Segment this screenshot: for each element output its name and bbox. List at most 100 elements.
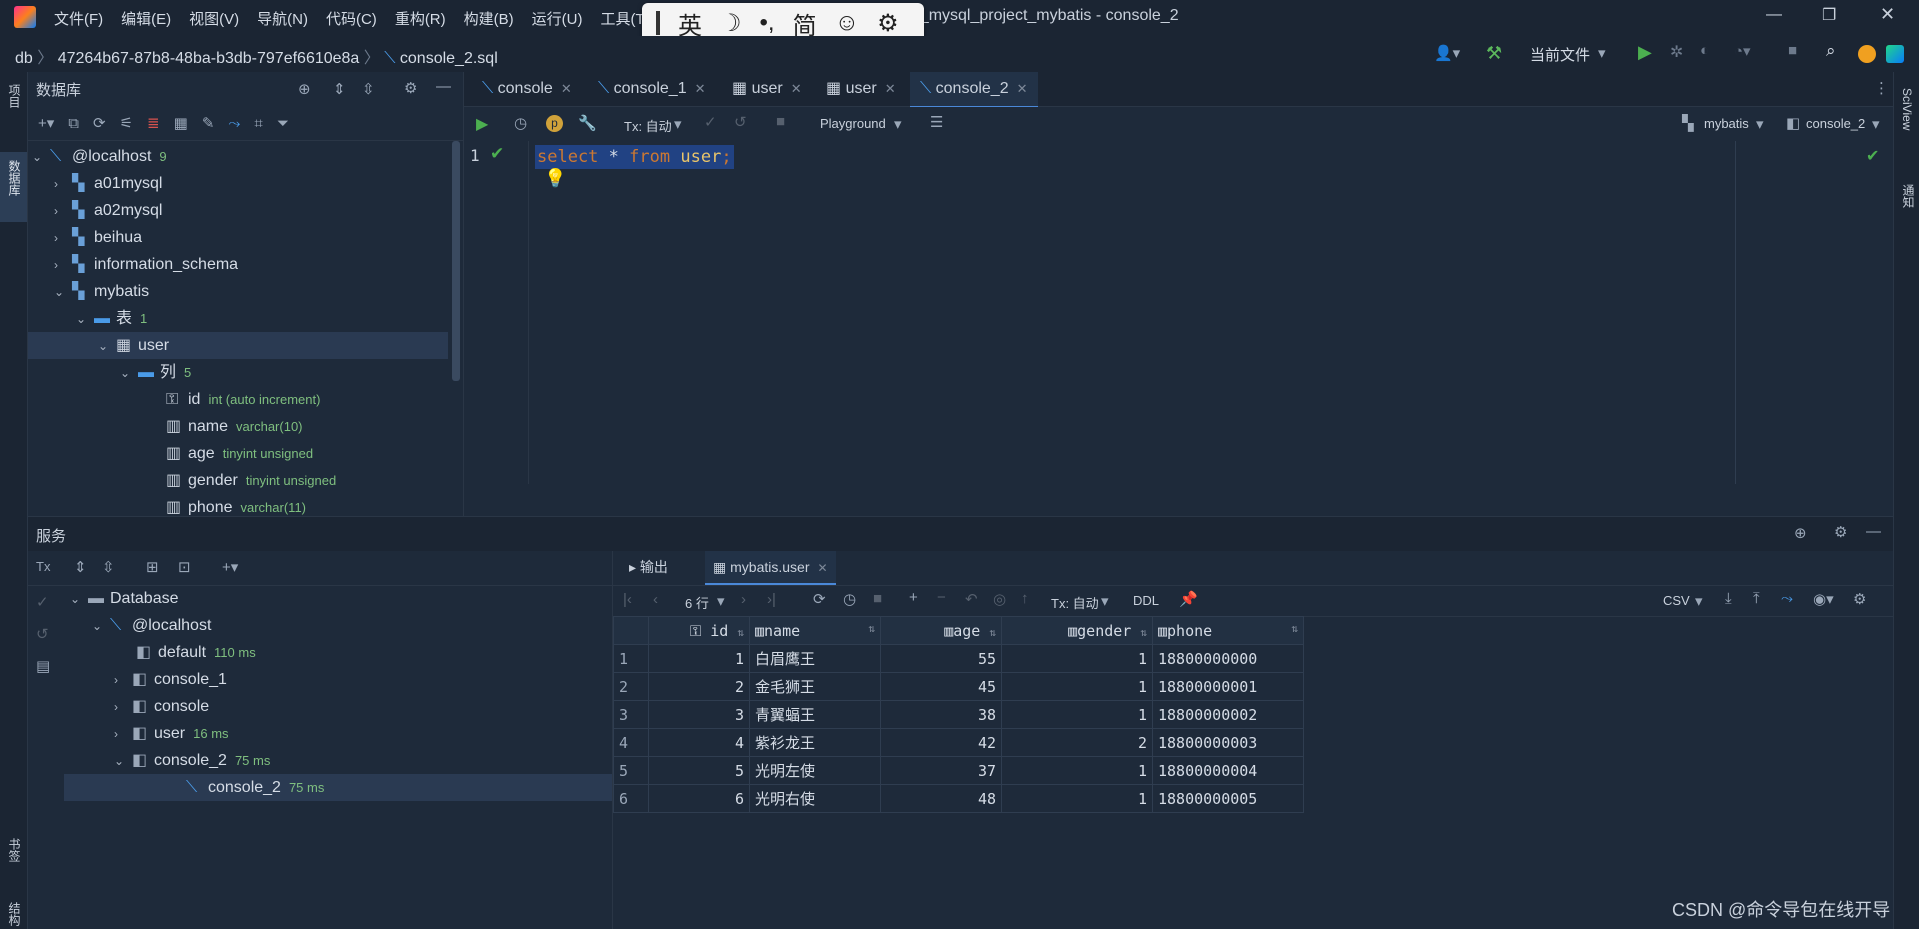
download-icon[interactable]: ⤓ <box>1725 590 1732 607</box>
cell-phone[interactable]: 18800000005 <box>1152 784 1304 813</box>
sql-editor[interactable] <box>464 141 1893 484</box>
jump-to-console-icon[interactable]: ⤳ <box>228 115 240 132</box>
ddl-button[interactable]: DDL <box>1133 593 1159 608</box>
menu-code[interactable]: 代码(C) <box>326 8 377 29</box>
service-node-session[interactable]: › ◧ user 16 ms <box>114 720 229 747</box>
service-node-session[interactable]: ⌄ ◧ console_2 75 ms <box>114 747 270 774</box>
table-row[interactable]: 3 3 青翼蝠王 38 1 18800000002 <box>613 700 1304 729</box>
playground-mode-select[interactable]: Playground <box>820 116 886 131</box>
update-icon[interactable] <box>1858 45 1876 63</box>
cell-gender[interactable]: 1 <box>1001 756 1153 785</box>
tree-scrollbar[interactable] <box>452 141 460 381</box>
cell-id[interactable]: 2 <box>648 672 750 701</box>
toolbox-icon[interactable] <box>1886 45 1904 63</box>
menu-view[interactable]: 视图(V) <box>189 8 239 29</box>
chevron-down-icon[interactable]: ⌄ <box>32 144 50 171</box>
cell-id[interactable]: 3 <box>648 700 750 729</box>
pin-icon[interactable]: 📌 <box>1179 590 1198 608</box>
first-page-icon[interactable]: |‹ <box>623 591 632 608</box>
submit-icon[interactable]: ↑ <box>1021 590 1029 607</box>
table-row[interactable]: 1 1 白眉鹰王 55 1 18800000000 <box>613 644 1304 673</box>
cell-phone[interactable]: 18800000003 <box>1152 728 1304 757</box>
cell-name[interactable]: 光明右使 <box>749 784 881 813</box>
tree-node-table-user[interactable]: ⌄ ▦ user <box>28 332 448 359</box>
punctuation-icon[interactable]: •, <box>760 9 775 37</box>
service-node-session[interactable]: ◧ default 110 ms <box>136 639 256 666</box>
cell-id[interactable]: 1 <box>648 644 750 673</box>
settings-icon[interactable]: ⚙ <box>1834 523 1847 541</box>
run-icon[interactable]: ▶ <box>1638 42 1652 63</box>
compare-icon[interactable]: ⤳ <box>1781 590 1793 607</box>
tree-node-column[interactable]: ▥ gender tinyint unsigned <box>166 467 336 494</box>
wrench-icon[interactable]: 🔧 <box>578 114 597 132</box>
view-icon[interactable]: ◉▾ <box>1813 590 1834 608</box>
tree-node-column[interactable]: ▥ phone varchar(11) <box>166 494 306 515</box>
copy-icon[interactable]: ⧉ <box>68 115 79 132</box>
tx-icon[interactable]: Tx <box>36 559 50 574</box>
cell-gender[interactable]: 1 <box>1001 784 1153 813</box>
minimize-icon[interactable]: — <box>1766 6 1782 24</box>
run-config-select[interactable]: 当前文件 <box>1530 44 1590 65</box>
schema-select[interactable]: mybatis <box>1704 116 1749 131</box>
collapse-all-icon[interactable]: ⇳ <box>102 558 115 576</box>
tree-node-tables[interactable]: ⌄ ▬ 表 1 <box>76 305 147 332</box>
close-tab-icon[interactable]: ✕ <box>695 81 706 96</box>
table-icon[interactable]: ▦ <box>174 114 188 132</box>
upload-icon[interactable]: ⤒ <box>1753 590 1760 607</box>
cell-name[interactable]: 金毛狮王 <box>749 672 881 701</box>
table-row[interactable]: 6 6 光明右使 48 1 18800000005 <box>613 784 1304 813</box>
cell-gender[interactable]: 1 <box>1001 700 1153 729</box>
next-page-icon[interactable]: › <box>741 591 746 608</box>
cell-age[interactable]: 55 <box>880 644 1002 673</box>
chevron-right-icon[interactable]: › <box>54 171 72 198</box>
menu-build[interactable]: 构建(B) <box>464 8 514 29</box>
sort-icon[interactable]: ⇅ <box>868 622 875 635</box>
chevron-right-icon[interactable]: › <box>114 721 132 748</box>
chevron-right-icon[interactable]: › <box>54 225 72 252</box>
tree-node-schema[interactable]: › ▚ a01mysql <box>54 170 162 197</box>
close-tab-icon[interactable]: ✕ <box>885 81 896 96</box>
group-by-icon[interactable]: ⊞ <box>146 558 159 576</box>
tab-console-1[interactable]: ⟍ console_1 ✕ <box>588 72 716 106</box>
cell-phone[interactable]: 18800000004 <box>1152 756 1304 785</box>
tree-node-column[interactable]: ▥ age tinyint unsigned <box>166 440 313 467</box>
breadcrumb-file[interactable]: console_2.sql <box>400 50 498 67</box>
menu-run[interactable]: 运行(U) <box>532 8 583 29</box>
settings-icon[interactable]: ⚙ <box>1853 590 1866 608</box>
chevron-down-icon[interactable]: ⌄ <box>76 306 94 333</box>
tree-node-localhost[interactable]: ⌄ ⟍ @localhost 9 <box>32 143 167 170</box>
structure-tool-button[interactable]: 结构 <box>6 902 23 926</box>
cell-name[interactable]: 光明左使 <box>749 756 881 785</box>
cell-gender[interactable]: 2 <box>1001 728 1153 757</box>
revert-icon[interactable]: ↶ <box>965 590 978 608</box>
chevron-right-icon[interactable]: › <box>114 694 132 721</box>
edit-icon[interactable]: ✎ <box>202 114 215 132</box>
stop-icon[interactable]: ■ <box>873 590 882 607</box>
coverage-icon[interactable]: ◐ <box>1700 42 1709 59</box>
expand-all-icon[interactable]: ⇕ <box>333 80 346 98</box>
more-tabs-icon[interactable]: ⋮ <box>1874 79 1889 97</box>
query-console-icon[interactable]: ⌗ <box>254 115 262 132</box>
commit-icon[interactable]: ✓ <box>36 593 49 611</box>
chevron-down-icon[interactable]: ⌄ <box>98 333 116 360</box>
tab-user-2[interactable]: ▦ user ✕ <box>816 72 906 106</box>
cell-age[interactable]: 48 <box>880 784 1002 813</box>
sort-icon[interactable]: ⇅ <box>1291 622 1298 635</box>
history-icon[interactable]: ◷ <box>514 114 527 132</box>
chevron-down-icon[interactable]: ⌄ <box>54 279 72 306</box>
chevron-down-icon[interactable]: ⌄ <box>114 748 132 775</box>
cell-gender[interactable]: 1 <box>1001 672 1153 701</box>
tree-node-schema[interactable]: › ▚ a02mysql <box>54 197 162 224</box>
tree-node-schema[interactable]: › ▚ information_schema <box>54 251 238 278</box>
tab-output[interactable]: ▸ 输出 <box>629 557 668 583</box>
chevron-right-icon[interactable]: › <box>114 667 132 694</box>
table-row[interactable]: 4 4 紫衫龙王 42 2 18800000003 <box>613 728 1304 757</box>
layout-icon[interactable]: ▤ <box>36 657 50 675</box>
menu-navigate[interactable]: 导航(N) <box>257 8 308 29</box>
cell-gender[interactable]: 1 <box>1001 644 1153 673</box>
cell-phone[interactable]: 18800000000 <box>1152 644 1304 673</box>
filter-services-icon[interactable]: ⊡ <box>178 558 191 576</box>
cell-id[interactable]: 5 <box>648 756 750 785</box>
tree-node-column[interactable]: ▥ name varchar(10) <box>166 413 303 440</box>
sort-icon[interactable]: ⇅ <box>1140 626 1147 639</box>
